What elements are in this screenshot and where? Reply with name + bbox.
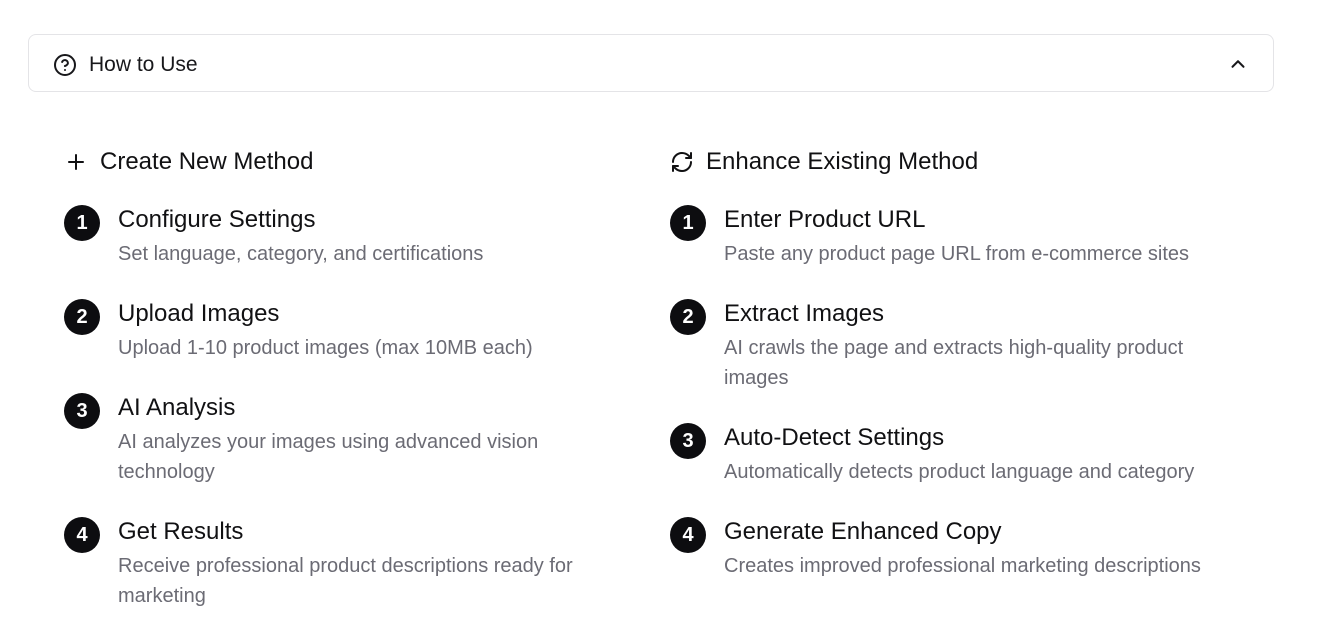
step-item: 3 AI Analysis AI analyzes your images us… bbox=[64, 391, 624, 487]
step-number-badge: 2 bbox=[670, 299, 706, 335]
step-item: 4 Generate Enhanced Copy Creates improve… bbox=[670, 515, 1230, 581]
step-description: AI crawls the page and extracts high-qua… bbox=[724, 337, 1184, 389]
step-title: Get Results bbox=[118, 518, 244, 545]
step-description: Automatically detects product language a… bbox=[724, 461, 1195, 483]
step-item: 4 Get Results Receive professional produ… bbox=[64, 515, 624, 611]
step-description: Set language, category, and certificatio… bbox=[118, 243, 484, 265]
step-title: Enter Product URL bbox=[724, 206, 926, 233]
create-new-method-section: Create New Method 1 Configure Settings S… bbox=[64, 145, 624, 639]
step-item: 2 Upload Images Upload 1-10 product imag… bbox=[64, 297, 624, 363]
step-description: Upload 1-10 product images (max 10MB eac… bbox=[118, 337, 533, 359]
plus-icon bbox=[68, 154, 84, 170]
step-title: Configure Settings bbox=[118, 206, 316, 233]
step-number-badge: 3 bbox=[64, 393, 100, 429]
step-item: 3 Auto-Detect Settings Automatically det… bbox=[670, 421, 1230, 487]
step-number-badge: 4 bbox=[670, 517, 706, 553]
accordion-title: How to Use bbox=[89, 53, 198, 76]
step-item: 2 Extract Images AI crawls the page and … bbox=[670, 297, 1230, 393]
chevron-up-icon[interactable] bbox=[1227, 53, 1249, 75]
how-to-use-accordion-toggle[interactable]: How to Use bbox=[28, 34, 1274, 92]
step-description: AI analyzes your images using advanced v… bbox=[118, 431, 539, 483]
step-description: Paste any product page URL from e-commer… bbox=[724, 243, 1190, 265]
step-number-badge: 2 bbox=[64, 299, 100, 335]
step-item: 1 Configure Settings Set language, categ… bbox=[64, 203, 624, 269]
step-number-badge: 1 bbox=[64, 205, 100, 241]
help-circle-icon bbox=[54, 54, 76, 76]
step-number-badge: 3 bbox=[670, 423, 706, 459]
step-description: Creates improved professional marketing … bbox=[724, 555, 1201, 577]
section-title: Create New Method bbox=[100, 148, 314, 175]
create-new-method-header: Create New Method bbox=[64, 145, 624, 179]
enhance-existing-method-section: Enhance Existing Method 1 Enter Product … bbox=[670, 145, 1230, 609]
step-title: AI Analysis bbox=[118, 394, 236, 421]
enhance-existing-method-header: Enhance Existing Method bbox=[670, 145, 1230, 179]
step-title: Generate Enhanced Copy bbox=[724, 518, 1002, 545]
step-number-badge: 4 bbox=[64, 517, 100, 553]
step-title: Extract Images bbox=[724, 300, 885, 327]
step-title: Auto-Detect Settings bbox=[724, 424, 945, 451]
step-description: Receive professional product description… bbox=[118, 555, 573, 607]
step-title: Upload Images bbox=[118, 300, 280, 327]
step-number-badge: 1 bbox=[670, 205, 706, 241]
refresh-icon bbox=[672, 152, 692, 172]
step-item: 1 Enter Product URL Paste any product pa… bbox=[670, 203, 1230, 269]
section-title: Enhance Existing Method bbox=[706, 148, 979, 175]
